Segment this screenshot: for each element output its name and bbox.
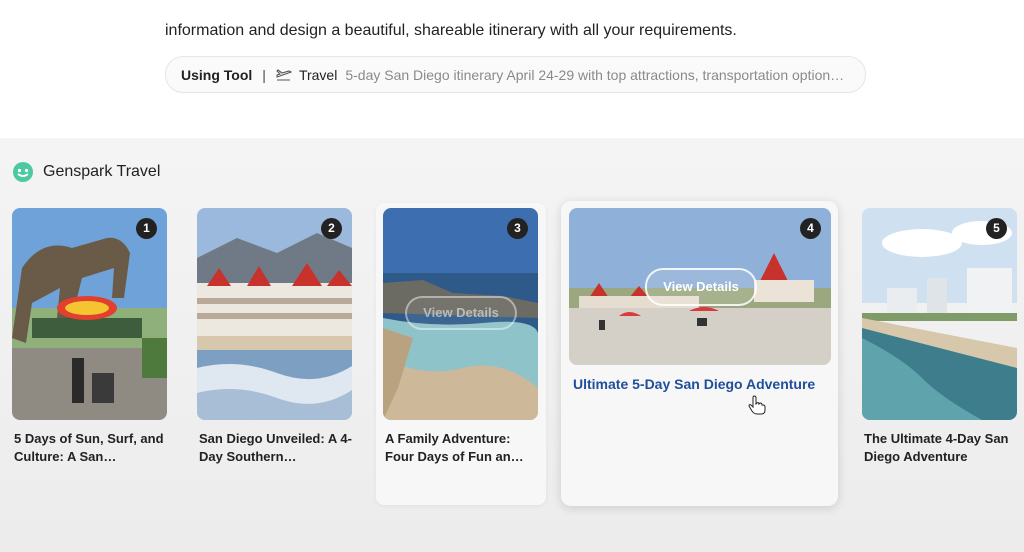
tool-name: Travel <box>298 66 338 83</box>
separator: | <box>262 66 266 83</box>
itinerary-card-5[interactable]: 5 The Ultimate 4-Day San Diego Adventure <box>862 208 1017 466</box>
brand-name: Genspark Travel <box>43 163 161 180</box>
itinerary-card-4-hovered[interactable]: View Details 4 Ultimate 5-Day San Diego … <box>561 201 838 506</box>
card-number-badge: 2 <box>321 218 342 239</box>
tool-usage-bar[interactable]: Using Tool | Travel 5-day San Diego itin… <box>165 56 866 93</box>
hand-pointer-cursor-icon <box>748 395 766 415</box>
card-number-badge: 4 <box>800 218 821 239</box>
itinerary-card-2[interactable]: 2 San Diego Unveiled: A 4-Day Southern… <box>197 208 352 466</box>
card-number-badge: 1 <box>136 218 157 239</box>
brand-header: Genspark Travel <box>13 162 160 182</box>
card-title[interactable]: Ultimate 5-Day San Diego Adventure <box>573 376 815 392</box>
card-number-badge: 5 <box>986 218 1007 239</box>
card-image: 2 <box>197 208 352 420</box>
view-details-button[interactable]: View Details <box>645 268 757 306</box>
card-number-badge: 3 <box>507 218 528 239</box>
card-image: 5 <box>862 208 1017 420</box>
itinerary-card-1[interactable]: 1 5 Days of Sun, Surf, and Culture: A Sa… <box>12 208 167 466</box>
using-tool-label: Using Tool <box>181 66 253 83</box>
card-image: View Details 4 <box>569 208 831 365</box>
intro-text: information and design a beautiful, shar… <box>165 22 737 39</box>
airplane-icon <box>276 68 292 82</box>
card-title: San Diego Unveiled: A 4-Day Southern… <box>199 431 352 464</box>
card-title: A Family Adventure: Four Days of Fun an… <box>385 431 524 464</box>
itinerary-card-3[interactable]: View Details 3 A Family Adventure: Four … <box>383 208 538 466</box>
view-details-button-faded[interactable]: View Details <box>405 296 517 330</box>
card-image: View Details 3 <box>383 208 538 420</box>
genspark-travel-logo-icon <box>13 162 33 182</box>
tool-query: 5-day San Diego itinerary April 24-29 wi… <box>345 66 850 83</box>
card-title: 5 Days of Sun, Surf, and Culture: A San… <box>14 431 164 464</box>
card-image: 1 <box>12 208 167 420</box>
card-title: The Ultimate 4-Day San Diego Adventure <box>864 431 1009 464</box>
chat-message-area: information and design a beautiful, shar… <box>0 0 1024 138</box>
